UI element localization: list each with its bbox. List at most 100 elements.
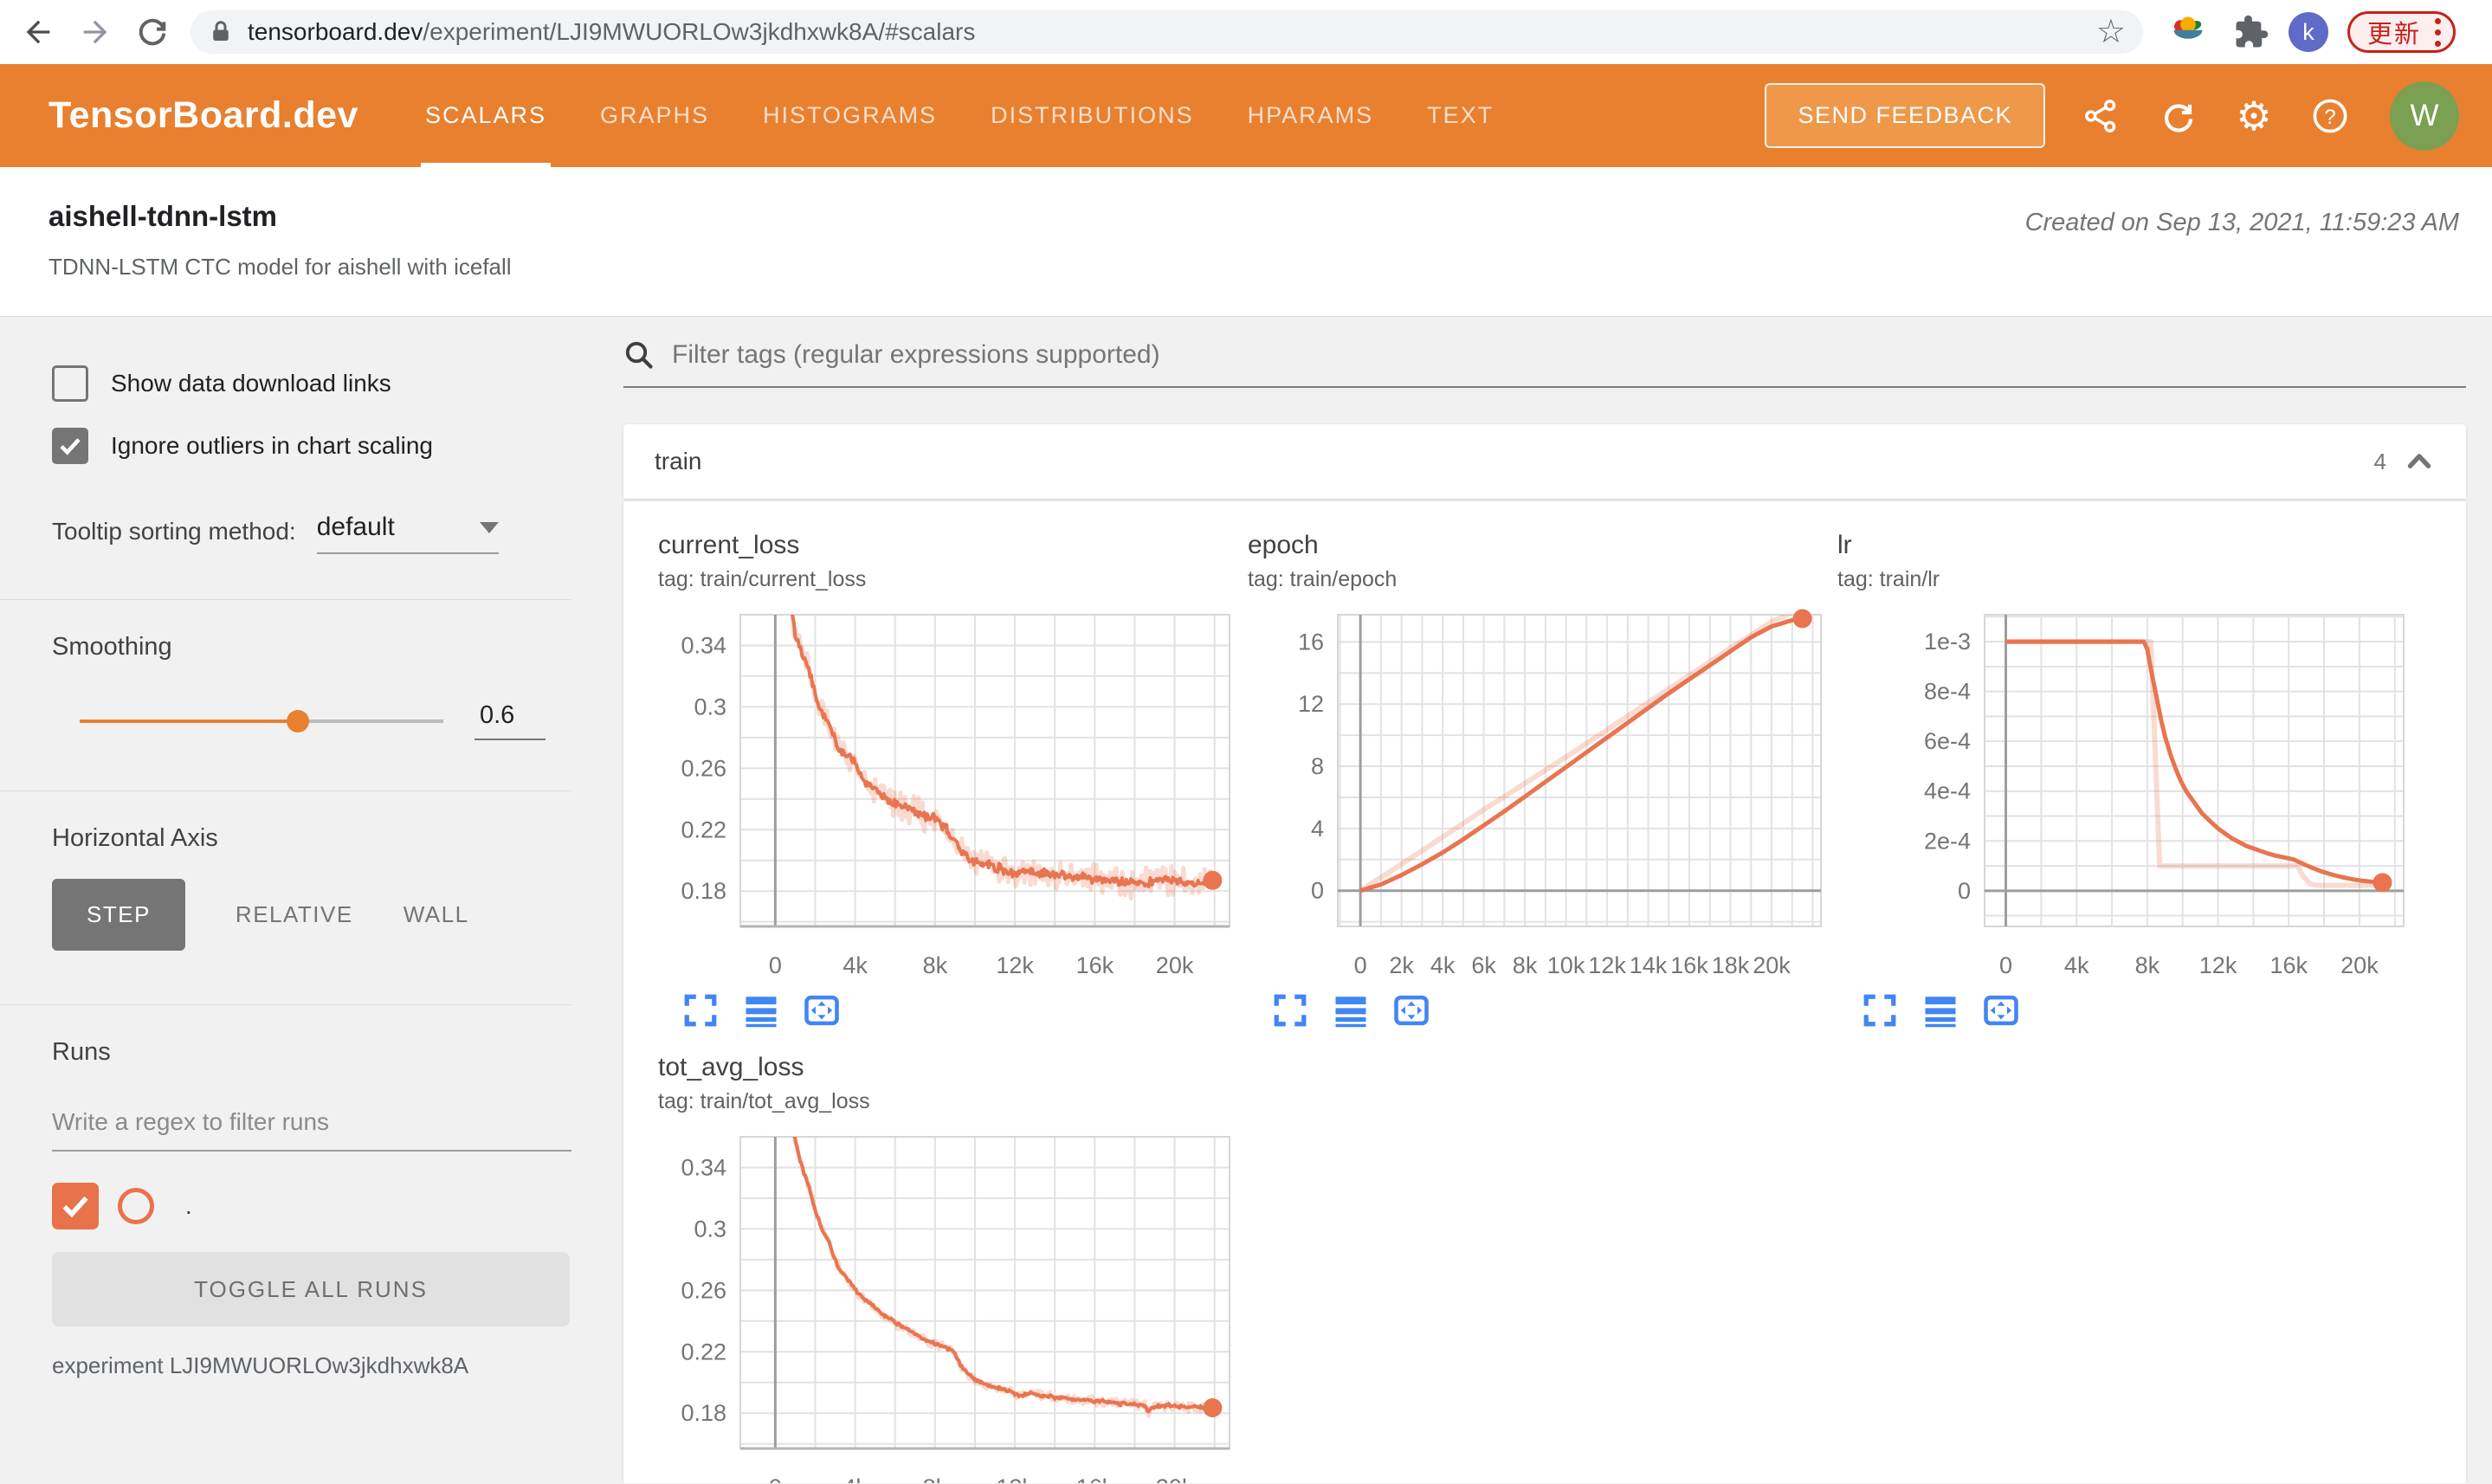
- chevron-down-icon: [479, 521, 499, 533]
- search-icon: [625, 341, 653, 369]
- lock-icon: [213, 21, 229, 41]
- svg-text:2e-4: 2e-4: [1924, 828, 1971, 854]
- share-icon[interactable]: [2082, 96, 2121, 136]
- tab-text[interactable]: TEXT: [1400, 64, 1520, 167]
- send-feedback-button[interactable]: SEND FEEDBACK: [1765, 83, 2045, 148]
- svg-text:8k: 8k: [1513, 952, 1538, 978]
- chart-title: lr: [1837, 531, 1852, 559]
- chart-plot[interactable]: 0 4k 8k 12k 16k 20k 0 2e-4 4e-4 6e-4 8e-4 1e-3: [1837, 603, 2416, 989]
- extension-fruit-icon[interactable]: [2169, 13, 2207, 51]
- tooltip-sorting-select[interactable]: default: [316, 513, 499, 554]
- axis-wall-button[interactable]: WALL: [403, 901, 469, 928]
- svg-text:12: 12: [1298, 691, 1324, 717]
- chart-tag: tag: train/epoch: [1248, 567, 1398, 591]
- svg-text:0.3: 0.3: [694, 694, 726, 719]
- tab-hparams[interactable]: HPARAMS: [1221, 64, 1401, 167]
- chart-plot[interactable]: 0 4k 8k 12k 16k 20k 0.18 0.22 0.26 0.3 0.34: [658, 603, 1242, 989]
- runs-filter-input[interactable]: Write a regex to filter runs: [52, 1108, 571, 1152]
- svg-text:0: 0: [1958, 878, 1971, 904]
- svg-text:6k: 6k: [1471, 952, 1496, 978]
- browser-menu-icon[interactable]: [2435, 17, 2442, 47]
- refresh-icon[interactable]: [2158, 96, 2198, 136]
- tab-histograms[interactable]: HISTOGRAMS: [736, 64, 964, 167]
- fit-domain-icon[interactable]: [802, 990, 842, 1030]
- chart-lr: lr tag: train/lr 0 4k 8k 12k 16k 20k 0 2e-4 4e-4…: [1837, 531, 2444, 1030]
- expand-chart-icon[interactable]: [1860, 990, 1900, 1030]
- expand-chart-icon[interactable]: [681, 990, 720, 1030]
- svg-text:0.18: 0.18: [681, 1400, 726, 1426]
- chart-tag: tag: train/lr: [1837, 567, 1940, 591]
- app-logo[interactable]: TensorBoard.dev: [48, 94, 358, 137]
- svg-text:0: 0: [769, 952, 782, 978]
- tab-graphs[interactable]: GRAPHS: [573, 64, 736, 167]
- svg-text:16k: 16k: [1076, 952, 1114, 978]
- smoothing-label: Smoothing: [52, 633, 172, 661]
- experiment-id-line: experiment LJI9MWUORLOw3jkdhxwk8A: [52, 1352, 469, 1378]
- fit-domain-icon[interactable]: [1981, 990, 2021, 1030]
- show-download-links-checkbox[interactable]: [52, 365, 88, 402]
- svg-text:10k: 10k: [1547, 952, 1585, 978]
- toggle-all-runs-button[interactable]: TOGGLE ALL RUNS: [52, 1252, 570, 1326]
- account-avatar[interactable]: W: [2390, 81, 2459, 151]
- tab-distributions[interactable]: DISTRIBUTIONS: [964, 64, 1221, 167]
- svg-text:8k: 8k: [923, 952, 948, 978]
- fit-domain-icon[interactable]: [1391, 990, 1431, 1030]
- chart-plot[interactable]: 0 2k 4k 6k 8k 10k 12k 14k 16k 18k 20k 0 4 8 12 16: [1248, 603, 1833, 989]
- app-header: TensorBoard.dev SCALARS GRAPHS HISTOGRAM…: [0, 64, 2492, 167]
- run-row[interactable]: .: [52, 1183, 546, 1229]
- settings-sidebar: Show data download links Ignore outliers…: [0, 317, 571, 1483]
- extensions-puzzle-icon[interactable]: [2233, 14, 2269, 50]
- tag-filter[interactable]: Filter tags (regular expressions support…: [623, 339, 2466, 388]
- settings-gear-icon[interactable]: ⚙: [2234, 96, 2274, 136]
- show-download-links-row[interactable]: Show data download links: [52, 365, 546, 402]
- forward-icon[interactable]: [76, 13, 114, 51]
- chart-tag: tag: train/current_loss: [658, 567, 867, 591]
- run-color-swatch: [118, 1188, 154, 1224]
- svg-text:12k: 12k: [1588, 952, 1626, 978]
- svg-text:0.18: 0.18: [681, 878, 726, 904]
- smoothing-value-input[interactable]: 0.6: [475, 701, 546, 740]
- toggle-log-scale-icon[interactable]: [1921, 990, 1960, 1030]
- svg-text:0: 0: [1354, 952, 1367, 978]
- axis-relative-button[interactable]: RELATIVE: [236, 901, 353, 928]
- svg-text:8k: 8k: [2135, 952, 2160, 978]
- svg-text:0.34: 0.34: [681, 632, 726, 658]
- tag-filter-placeholder[interactable]: Filter tags (regular expressions support…: [672, 340, 1160, 370]
- divider: [0, 599, 571, 600]
- axis-step-button[interactable]: STEP: [52, 879, 185, 951]
- show-download-links-label: Show data download links: [111, 370, 391, 397]
- browser-update-button[interactable]: 更新: [2347, 11, 2456, 53]
- run-checkbox[interactable]: [52, 1183, 99, 1229]
- svg-text:4k: 4k: [1430, 952, 1456, 978]
- svg-text:14k: 14k: [1630, 952, 1668, 978]
- check-icon: [62, 1196, 88, 1218]
- tab-scalars[interactable]: SCALARS: [398, 64, 573, 167]
- help-icon[interactable]: ?: [2310, 96, 2350, 136]
- chart-plot[interactable]: 0 4k 8k 12k 16k 20k 0.18 0.22 0.26 0.3 0.34: [658, 1125, 1242, 1483]
- ignore-outliers-row[interactable]: Ignore outliers in chart scaling: [52, 428, 546, 464]
- toggle-log-scale-icon[interactable]: [741, 990, 781, 1030]
- slider-knob[interactable]: [287, 709, 309, 732]
- train-section-header[interactable]: train 4: [623, 424, 2466, 499]
- back-icon[interactable]: [19, 13, 57, 51]
- url-bar[interactable]: tensorboard.dev/experiment/LJI9MWUORLOw3…: [190, 10, 2143, 54]
- svg-text:8: 8: [1311, 753, 1324, 779]
- expand-chart-icon[interactable]: [1270, 990, 1310, 1030]
- svg-text:6e-4: 6e-4: [1924, 728, 1971, 754]
- smoothing-slider[interactable]: [80, 709, 443, 732]
- charts-panel: current_loss tag: train/current_loss 0 4k…: [623, 501, 2466, 1483]
- bookmark-star-icon[interactable]: ☆: [2096, 16, 2126, 48]
- reload-icon[interactable]: [133, 13, 171, 51]
- svg-text:1e-3: 1e-3: [1924, 629, 1971, 655]
- url-text[interactable]: tensorboard.dev/experiment/LJI9MWUORLOw3…: [248, 18, 2086, 46]
- svg-text:2k: 2k: [1389, 952, 1414, 978]
- experiment-description: TDNN-LSTM CTC model for aishell with ice…: [48, 254, 512, 280]
- svg-text:18k: 18k: [1712, 952, 1750, 978]
- run-name: .: [185, 1192, 192, 1219]
- ignore-outliers-checkbox[interactable]: [52, 428, 88, 464]
- toggle-log-scale-icon[interactable]: [1331, 990, 1371, 1030]
- ignore-outliers-label: Ignore outliers in chart scaling: [111, 432, 433, 459]
- svg-text:0.22: 0.22: [681, 816, 726, 842]
- chevron-up-icon[interactable]: [2404, 446, 2435, 477]
- browser-profile-avatar[interactable]: k: [2289, 12, 2328, 52]
